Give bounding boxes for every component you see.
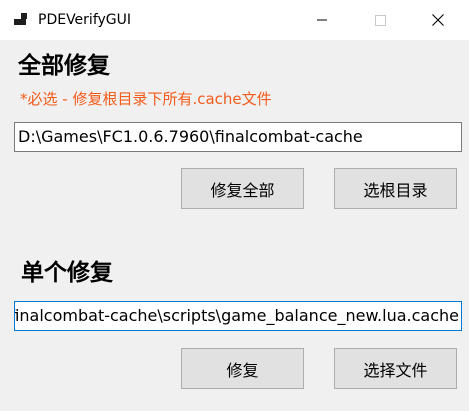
file-path-value: D:\Games\FC1.0.6.7960\finalcombat-cache\… <box>14 306 459 325</box>
minimize-icon <box>317 19 327 21</box>
full-repair-heading: 全部修复 <box>18 53 110 79</box>
close-button[interactable] <box>409 0 467 40</box>
app-blocks-icon <box>14 13 27 25</box>
close-icon <box>432 14 444 26</box>
file-path-field[interactable]: D:\Games\FC1.0.6.7960\finalcombat-cache\… <box>14 301 462 331</box>
maximize-button[interactable] <box>351 0 409 40</box>
select-file-button[interactable]: 选择文件 <box>334 348 457 389</box>
required-hint: *必选 - 修复根目录下所有.cache文件 <box>20 90 272 108</box>
repair-all-button[interactable]: 修复全部 <box>181 168 304 209</box>
window-title: PDEVerifyGUI <box>38 12 132 28</box>
root-path-field[interactable]: D:\Games\FC1.0.6.7960\finalcombat-cache <box>14 122 462 152</box>
repair-button[interactable]: 修复 <box>181 348 304 389</box>
select-root-button[interactable]: 选根目录 <box>334 168 457 209</box>
maximize-icon <box>374 14 386 26</box>
title-bar: PDEVerifyGUI <box>0 0 469 40</box>
single-repair-heading: 单个修复 <box>21 260 113 286</box>
minimize-button[interactable] <box>293 0 351 40</box>
